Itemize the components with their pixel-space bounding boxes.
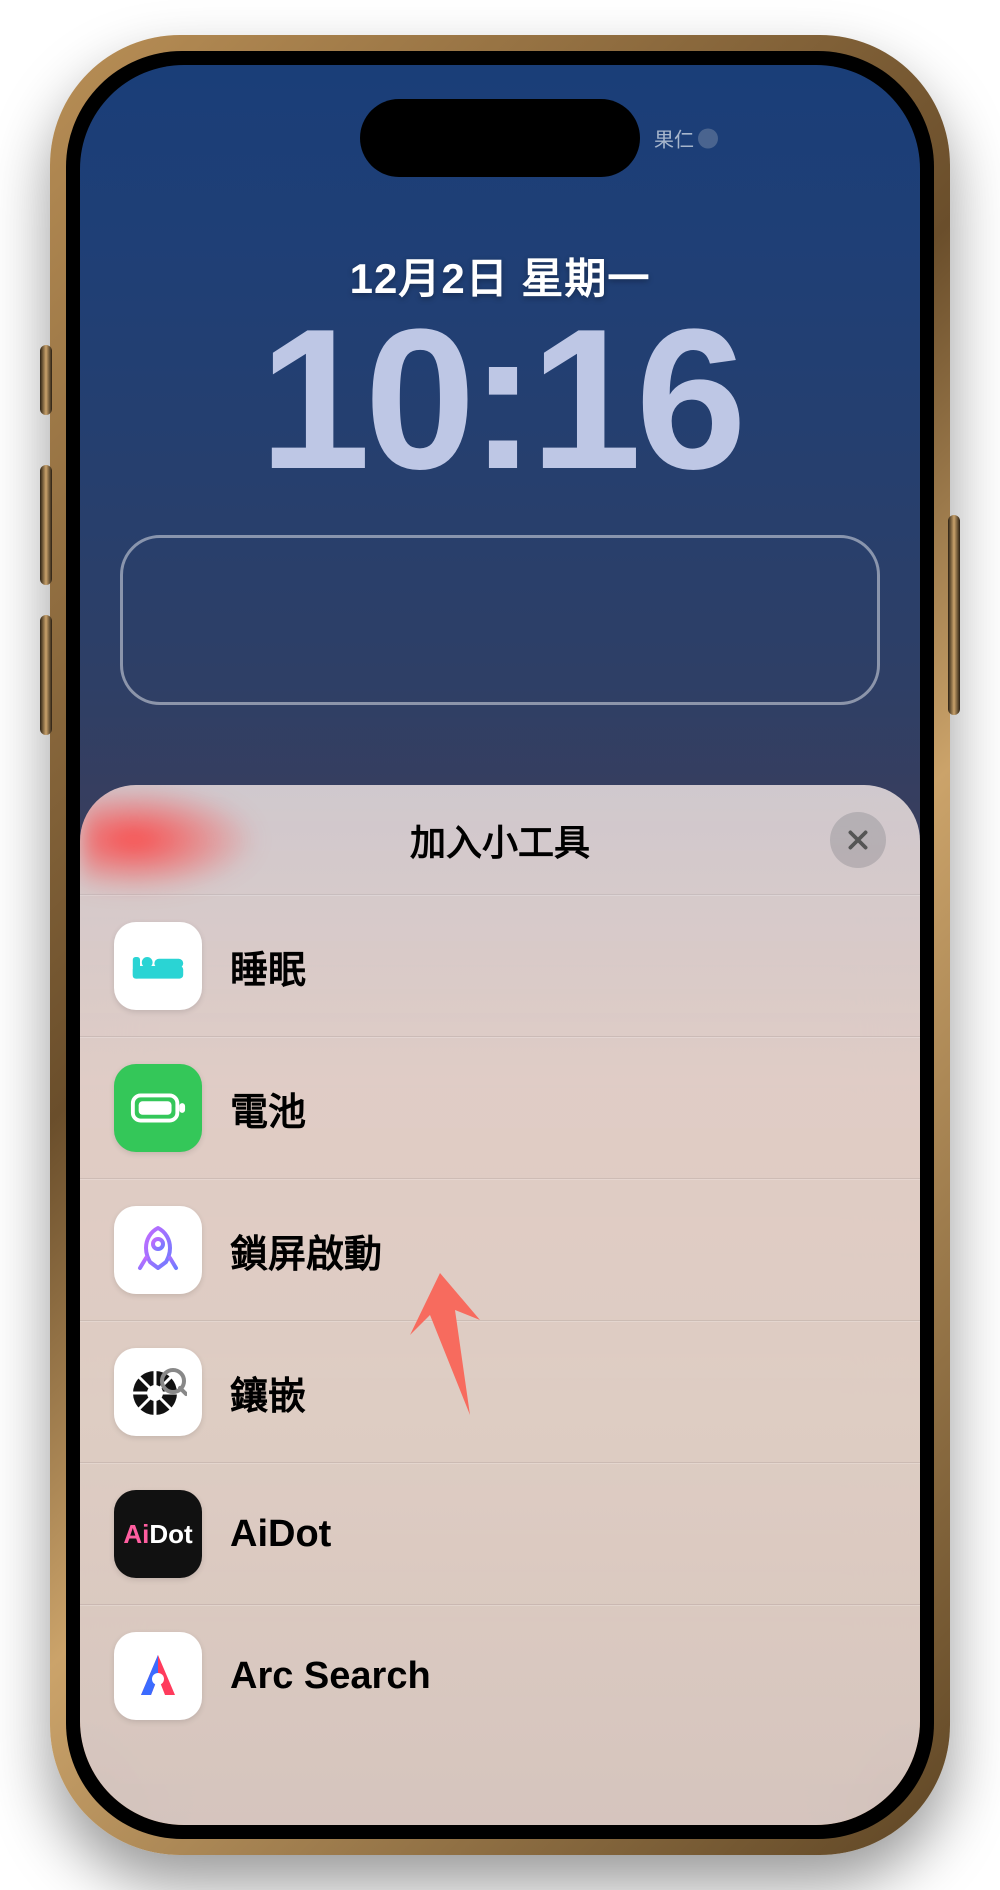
list-item-label: 睡眠 (230, 939, 306, 994)
island-avatar-icon (698, 128, 718, 148)
island-text: 果仁 (654, 124, 694, 153)
screen: 果仁 12月2日 星期一 10:16 加入小工具 (80, 65, 920, 1825)
list-item-aidot[interactable]: AiDot AiDot (80, 1463, 920, 1605)
sheet-title: 加入小工具 (410, 814, 590, 866)
lock-time: 10:16 (80, 285, 920, 515)
phone-frame: 果仁 12月2日 星期一 10:16 加入小工具 (50, 35, 950, 1855)
dynamic-island[interactable]: 果仁 (360, 99, 640, 177)
power-button[interactable] (948, 515, 960, 715)
list-item-sleep[interactable]: 睡眠 (80, 895, 920, 1037)
list-item-label: 電池 (230, 1081, 306, 1136)
phone-bezel: 果仁 12月2日 星期一 10:16 加入小工具 (66, 51, 934, 1839)
mute-switch[interactable] (40, 345, 52, 415)
battery-icon (114, 1064, 202, 1152)
bed-icon (114, 922, 202, 1010)
add-widget-sheet: 加入小工具 (80, 785, 920, 1825)
volume-up[interactable] (40, 465, 52, 585)
wheel-icon (114, 1348, 202, 1436)
close-icon (845, 827, 871, 853)
widget-list: 睡眠 電池 (80, 895, 920, 1746)
list-item-label: 鎖屏啟動 (230, 1223, 382, 1278)
volume-down[interactable] (40, 615, 52, 735)
rocket-icon (114, 1206, 202, 1294)
arc-icon (114, 1632, 202, 1720)
list-item-label: 鑲嵌 (230, 1365, 306, 1420)
list-item-label: Arc Search (230, 1655, 431, 1698)
widget-slot[interactable] (120, 535, 880, 705)
close-button[interactable] (830, 812, 886, 868)
list-item-arc[interactable]: Arc Search (80, 1605, 920, 1746)
aidot-icon: AiDot (114, 1490, 202, 1578)
sheet-header: 加入小工具 (80, 785, 920, 895)
list-item-lock-launch[interactable]: 鎖屏啟動 (80, 1179, 920, 1321)
list-item-embed[interactable]: 鑲嵌 (80, 1321, 920, 1463)
island-label: 果仁 (654, 124, 718, 153)
redaction-smudge (80, 785, 260, 894)
list-item-label: AiDot (230, 1513, 331, 1556)
list-item-battery[interactable]: 電池 (80, 1037, 920, 1179)
